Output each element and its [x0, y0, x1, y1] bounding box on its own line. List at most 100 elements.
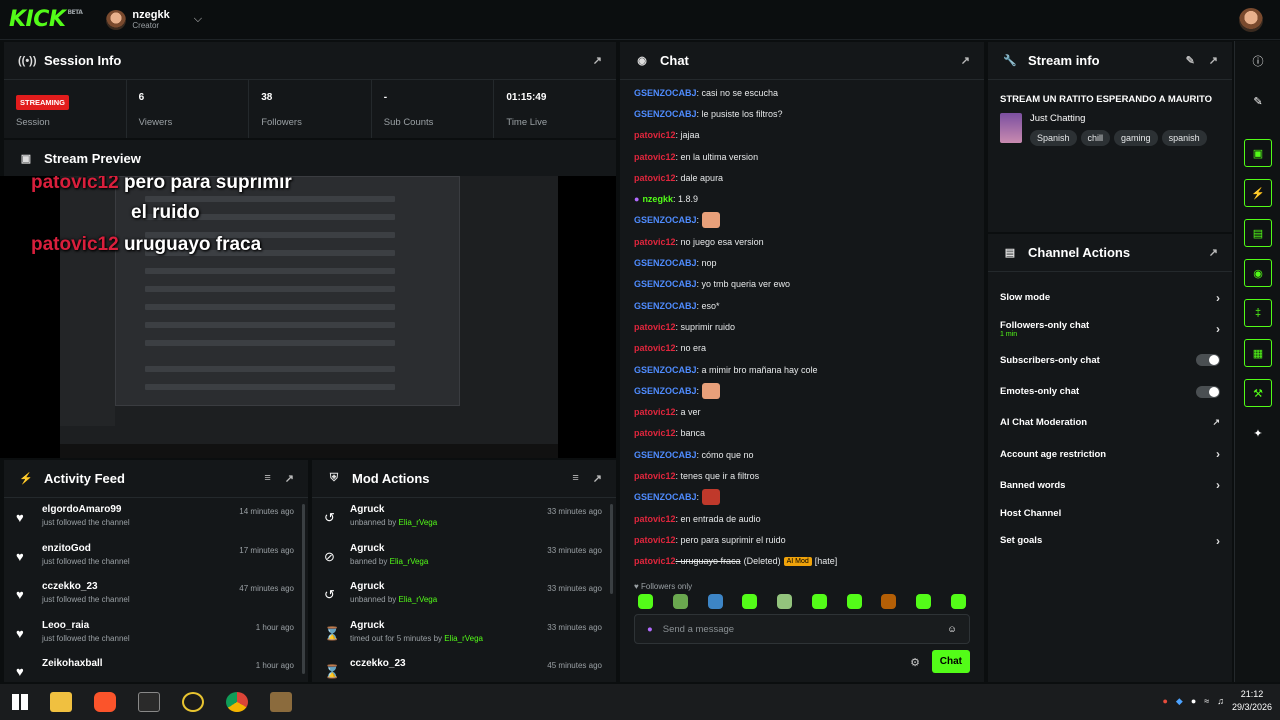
chat-message: GSENZOCABJ: nop: [634, 258, 717, 269]
emote-bar: [634, 594, 970, 609]
chat-username[interactable]: GSENZOCABJ: [634, 365, 697, 375]
chat-message: patovic12: dale apura: [634, 172, 724, 183]
layout-icon[interactable]: ▣: [1244, 139, 1272, 167]
avatar: [106, 9, 127, 30]
system-clock[interactable]: 21:12 29/3/2026: [1232, 688, 1272, 714]
filter-icon[interactable]: ≡: [572, 472, 578, 485]
chat-message: patovic12: en entrada de audio: [634, 513, 761, 524]
app-tray-icon[interactable]: ●: [1162, 696, 1167, 706]
edit-icon[interactable]: ✎: [1186, 54, 1195, 67]
action-ai-moderation[interactable]: AI Chat Moderation ↗: [988, 407, 1232, 438]
minecraft-icon[interactable]: [270, 692, 292, 712]
emote-icon[interactable]: [777, 594, 793, 609]
scrollbar[interactable]: [610, 504, 613, 594]
chat-username[interactable]: patovic12: [634, 535, 676, 545]
chat-message: ● nzegkk: 1.8.9: [634, 194, 698, 205]
action-slow-mode[interactable]: Slow mode ›: [988, 282, 1232, 313]
chevron-right-icon: ›: [1216, 533, 1220, 548]
microphone-icon: ●: [634, 194, 640, 205]
emote-icon[interactable]: [950, 594, 966, 609]
scrollbar[interactable]: [302, 504, 305, 674]
brave-browser-icon[interactable]: [94, 692, 116, 712]
profile-avatar[interactable]: [1239, 8, 1263, 32]
chat-username[interactable]: GSENZOCABJ: [634, 386, 697, 396]
chat-username[interactable]: GSENZOCABJ: [634, 279, 697, 289]
send-chat-button[interactable]: Chat: [931, 650, 970, 673]
bluetooth-icon[interactable]: ◆: [1176, 696, 1183, 707]
microphone-icon[interactable]: ●: [1191, 696, 1196, 706]
emote-icon[interactable]: [846, 594, 862, 609]
emote-icon[interactable]: [707, 594, 723, 609]
chat-username[interactable]: GSENZOCABJ: [634, 258, 697, 268]
action-followers-only[interactable]: Followers-only chat 1 min ›: [988, 313, 1232, 344]
chat-username[interactable]: patovic12: [634, 343, 676, 353]
microphone-icon[interactable]: ●: [647, 624, 653, 635]
volume-icon[interactable]: ♫: [1217, 696, 1224, 706]
chat-username[interactable]: GSENZOCABJ: [634, 492, 697, 502]
chat-username[interactable]: patovic12: [634, 514, 676, 524]
chat-username[interactable]: patovic12: [634, 471, 676, 481]
popout-icon[interactable]: ↗: [1209, 246, 1218, 259]
file-explorer-icon[interactable]: [50, 692, 72, 712]
panel-title: Chat: [660, 53, 689, 68]
subscribers-only-toggle[interactable]: [1196, 354, 1220, 367]
chat-username[interactable]: GSENZOCABJ: [634, 450, 697, 460]
kick-logo[interactable]: KICK BETA: [9, 7, 83, 32]
chat-username[interactable]: patovic12: [634, 556, 676, 566]
popout-icon[interactable]: ↗: [1209, 54, 1218, 67]
emoji-icon[interactable]: ☺: [947, 624, 957, 635]
action-banned-words[interactable]: Banned words ›: [988, 470, 1232, 501]
channel-icon[interactable]: ▦: [1244, 339, 1272, 367]
emote-icon[interactable]: [638, 594, 653, 609]
popout-icon[interactable]: ↗: [961, 54, 970, 67]
chat-username[interactable]: nzegkk: [642, 194, 673, 204]
chat-username[interactable]: GSENZOCABJ: [634, 109, 697, 119]
chat-input[interactable]: ● Send a message ☺: [634, 614, 970, 644]
obs-icon[interactable]: [182, 692, 204, 712]
windows-start-icon[interactable]: [12, 694, 28, 710]
panel-title: Session Info: [44, 53, 122, 68]
info-icon[interactable]: ⓘ: [1244, 47, 1272, 75]
emote-icon[interactable]: [811, 594, 827, 609]
pen-icon[interactable]: ✎: [1244, 87, 1272, 115]
action-set-goals[interactable]: Set goals ›: [988, 525, 1232, 556]
chat-username[interactable]: patovic12: [634, 130, 676, 140]
document-icon[interactable]: ▤: [1244, 219, 1272, 247]
chrome-icon[interactable]: [226, 692, 248, 712]
popout-icon[interactable]: ↗: [593, 54, 602, 67]
lightning-icon[interactable]: ⚡: [1244, 179, 1272, 207]
emote-icon[interactable]: [672, 594, 688, 609]
chat-username[interactable]: GSENZOCABJ: [634, 215, 697, 225]
emote-icon[interactable]: [916, 594, 932, 609]
chat-username[interactable]: patovic12: [634, 237, 676, 247]
gear-icon[interactable]: ⚙: [910, 656, 920, 669]
action-account-age[interactable]: Account age restriction ›: [988, 438, 1232, 469]
broadcast-icon[interactable]: ‡: [1244, 299, 1272, 327]
chat-username[interactable]: patovic12: [634, 152, 676, 162]
popout-icon[interactable]: ↗: [285, 472, 294, 485]
chevron-down-icon[interactable]: ⌵: [194, 13, 202, 26]
chat-icon[interactable]: ◉: [1244, 259, 1272, 287]
stream-preview-header: ▣ Stream Preview: [4, 140, 616, 176]
session-info-header: ((•)) Session Info ↗: [4, 42, 616, 80]
chat-username[interactable]: GSENZOCABJ: [634, 88, 697, 98]
chat-username[interactable]: patovic12: [634, 428, 676, 438]
filter-icon[interactable]: ≡: [264, 472, 270, 485]
network-icon[interactable]: ≈: [1204, 696, 1209, 706]
action-host-channel[interactable]: Host Channel: [988, 501, 1232, 525]
emote-icon[interactable]: [881, 594, 897, 609]
stream-preview[interactable]: patovic12 pero para suprimir el ruido pa…: [0, 176, 616, 458]
emotes-only-toggle[interactable]: [1196, 385, 1220, 398]
chat-username[interactable]: patovic12: [634, 322, 676, 332]
chat-username[interactable]: patovic12: [634, 173, 676, 183]
category-name[interactable]: Just Chatting: [1030, 113, 1211, 124]
add-widget-icon[interactable]: ✦: [1244, 419, 1272, 447]
wrench-icon[interactable]: ⚒: [1244, 379, 1272, 407]
popout-icon[interactable]: ↗: [593, 472, 602, 485]
chat-username[interactable]: GSENZOCABJ: [634, 301, 697, 311]
tag: spanish: [1161, 130, 1207, 146]
chat-username[interactable]: patovic12: [634, 407, 676, 417]
emote-icon[interactable]: [742, 594, 758, 609]
terminal-icon[interactable]: [138, 692, 160, 712]
user-menu[interactable]: nzegkk Creator ⌵: [106, 9, 202, 30]
